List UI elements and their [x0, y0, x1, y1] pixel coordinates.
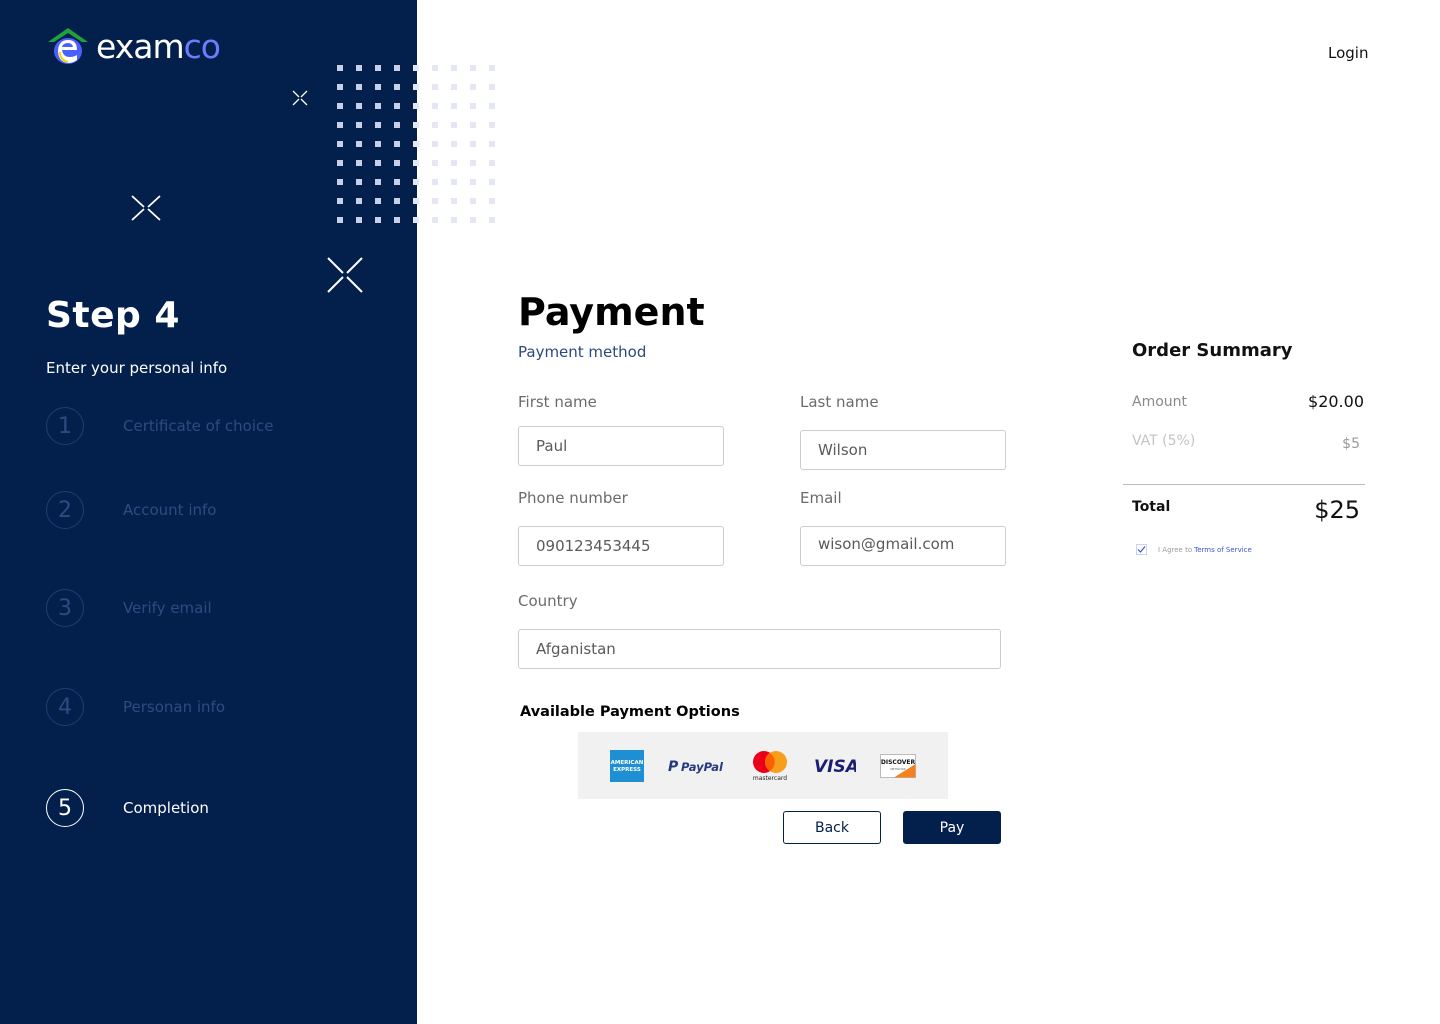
- terms-of-service-link[interactable]: Terms of Service: [1194, 546, 1252, 554]
- step-subtitle: Enter your personal info: [46, 359, 228, 377]
- order-summary-title: Order Summary: [1132, 340, 1293, 361]
- brand-name: examco: [96, 26, 221, 66]
- page-title: Payment: [518, 290, 705, 334]
- checkbox-checked-icon[interactable]: [1136, 544, 1147, 555]
- phone-input[interactable]: [518, 526, 724, 566]
- step-item-certificate[interactable]: 1 Certificate of choice: [46, 407, 273, 445]
- examco-logo-icon: [48, 28, 88, 64]
- brand-logo[interactable]: examco: [46, 26, 221, 66]
- last-name-label: Last name: [800, 393, 879, 411]
- payment-options-title: Available Payment Options: [520, 704, 740, 720]
- vat-value: $5: [1342, 436, 1360, 452]
- total-label: Total: [1132, 499, 1171, 515]
- phone-label: Phone number: [518, 489, 628, 507]
- email-input[interactable]: [800, 526, 1006, 566]
- svg-text:NETWORK: NETWORK: [890, 767, 906, 771]
- svg-text:PayPal: PayPal: [681, 760, 724, 774]
- country-label: Country: [518, 592, 578, 610]
- amex-card-icon[interactable]: AMERICAN EXPRESS: [610, 749, 644, 782]
- country-input[interactable]: [518, 629, 1001, 669]
- step-label: Certificate of choice: [123, 417, 274, 435]
- step-label: Personan info: [123, 698, 226, 716]
- step-number: 3: [46, 589, 84, 627]
- terms-prefix: I Agree to: [1158, 545, 1193, 554]
- step-number: 5: [46, 789, 84, 827]
- email-label: Email: [800, 489, 842, 507]
- amount-label: Amount: [1132, 394, 1188, 410]
- last-name-input[interactable]: [800, 430, 1006, 470]
- step-item-completion[interactable]: 5 Completion: [46, 789, 209, 827]
- svg-text:EXPRESS: EXPRESS: [613, 767, 641, 773]
- visa-card-icon[interactable]: VISA: [814, 756, 856, 776]
- svg-text:mastercard: mastercard: [753, 775, 787, 782]
- decorative-x-icon: [131, 195, 161, 221]
- step-label: Completion: [123, 799, 209, 817]
- step-item-verify-email[interactable]: 3 Verify email: [46, 589, 212, 627]
- payment-options-strip: AMERICAN EXPRESS P PayPal mastercard VIS…: [578, 732, 948, 799]
- step-title: Step 4: [46, 295, 180, 336]
- back-button[interactable]: Back: [783, 811, 881, 844]
- total-value: $25: [1314, 496, 1360, 524]
- summary-divider: [1123, 484, 1365, 485]
- decorative-x-icon: [327, 257, 363, 293]
- vat-label: VAT (5%): [1132, 433, 1196, 449]
- step-label: Verify email: [123, 599, 212, 617]
- step-label: Account info: [123, 501, 217, 519]
- svg-text:P: P: [668, 759, 679, 775]
- page-subtitle: Payment method: [518, 343, 647, 361]
- pay-button[interactable]: Pay: [903, 811, 1001, 844]
- svg-text:DISCOVER: DISCOVER: [881, 759, 916, 766]
- step-item-personal-info[interactable]: 4 Personan info: [46, 688, 225, 726]
- svg-text:VISA: VISA: [814, 757, 856, 776]
- first-name-input[interactable]: [518, 426, 724, 466]
- step-number: 4: [46, 688, 84, 726]
- terms-agreement: I Agree to Terms of Service: [1136, 544, 1252, 555]
- decorative-x-icon: [292, 90, 308, 106]
- discover-card-icon[interactable]: DISCOVER NETWORK: [880, 753, 916, 778]
- step-item-account[interactable]: 2 Account info: [46, 491, 216, 529]
- amount-value: $20.00: [1308, 392, 1364, 411]
- login-link[interactable]: Login: [1328, 44, 1368, 62]
- first-name-label: First name: [518, 393, 597, 411]
- decorative-dot-grid: [337, 65, 495, 223]
- step-number: 2: [46, 491, 84, 529]
- paypal-card-icon[interactable]: P PayPal: [668, 756, 726, 776]
- step-number: 1: [46, 407, 84, 445]
- mastercard-card-icon[interactable]: mastercard: [750, 750, 790, 782]
- svg-text:AMERICAN: AMERICAN: [611, 760, 644, 766]
